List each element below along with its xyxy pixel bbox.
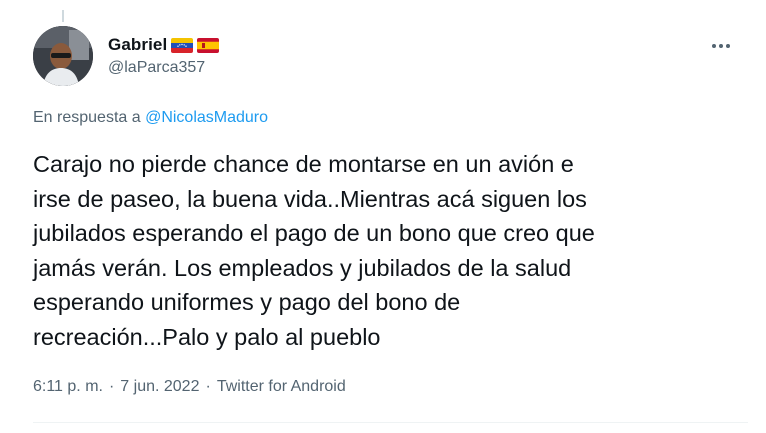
divider (33, 422, 748, 423)
avatar-image (33, 26, 93, 86)
avatar[interactable] (33, 26, 93, 86)
more-dots-icon (712, 44, 730, 48)
tweet-time-link[interactable]: 6:11 p. m. (33, 378, 103, 396)
thread-connector-line (62, 10, 64, 22)
display-name[interactable]: Gabriel (108, 35, 167, 55)
tweet-header: Gabriel @laParca357 (33, 26, 748, 88)
more-options-button[interactable] (706, 36, 736, 56)
handle[interactable]: @laParca357 (108, 59, 219, 77)
venezuela-flag-icon (171, 37, 194, 53)
tweet-text: Carajo no pierde chance de montarse en u… (33, 151, 595, 350)
spain-flag-icon (197, 37, 220, 53)
reply-context: En respuesta a @NicolasMaduro (33, 109, 268, 127)
tweet-date-link[interactable]: 7 jun. 2022 (120, 378, 199, 396)
display-name-row: Gabriel (108, 34, 220, 56)
tweet-source-link[interactable]: Twitter for Android (217, 378, 346, 396)
meta-separator: · (205, 378, 211, 395)
tweet-metadata: 6:11 p. m. · 7 jun. 2022 · Twitter for A… (33, 378, 346, 396)
meta-separator: · (108, 378, 115, 395)
author-info: Gabriel @laParca357 (108, 34, 220, 77)
reply-prefix: En respuesta a (33, 109, 141, 126)
reply-mention-link[interactable]: @NicolasMaduro (145, 109, 268, 126)
